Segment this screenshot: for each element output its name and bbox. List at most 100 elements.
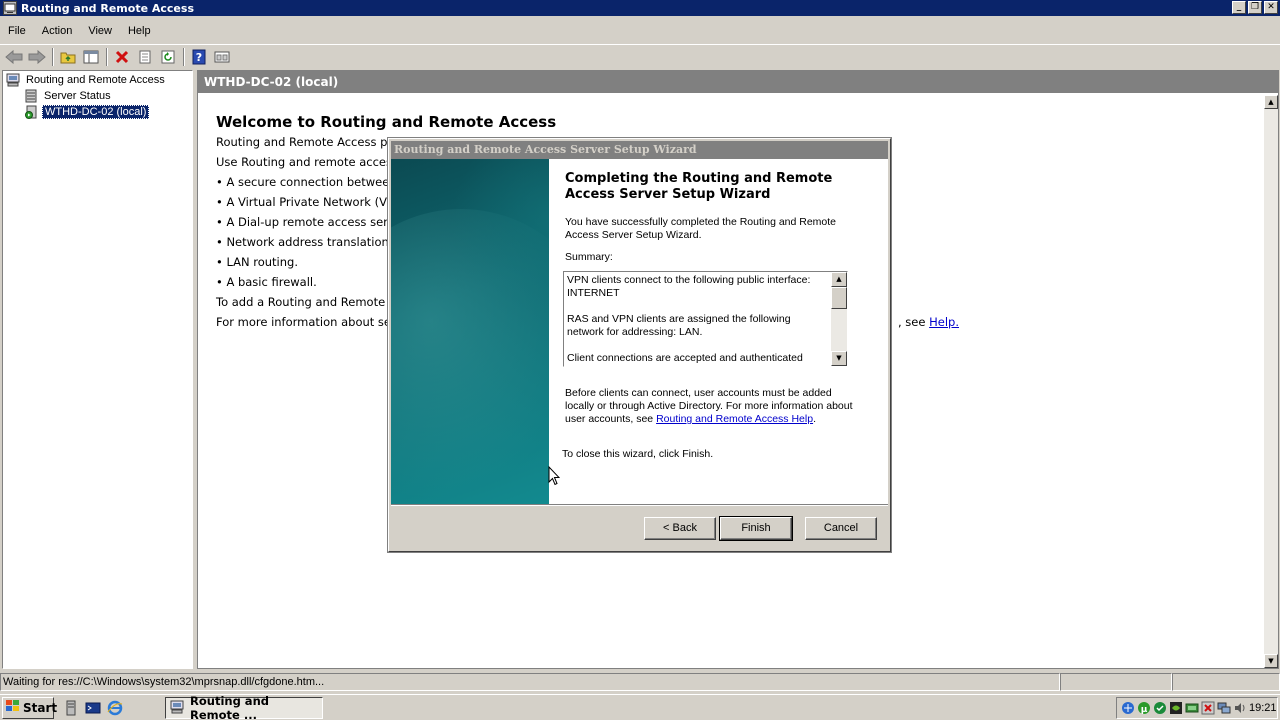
close-button[interactable]: ✕ bbox=[1264, 1, 1278, 14]
status-pane-empty bbox=[1172, 673, 1280, 691]
cancel-button[interactable]: Cancel bbox=[805, 517, 877, 540]
update-icon[interactable] bbox=[1153, 700, 1167, 716]
wizard-body: Completing the Routing and Remote Access… bbox=[391, 159, 888, 504]
scroll-down-arrow-icon[interactable]: ▼ bbox=[831, 351, 847, 366]
network-globe-icon[interactable] bbox=[1121, 700, 1135, 716]
restore-button[interactable]: ❐ bbox=[1248, 1, 1262, 14]
svg-text:µ: µ bbox=[1141, 705, 1148, 715]
server-manager-icon[interactable] bbox=[62, 699, 80, 717]
back-button[interactable]: < Back bbox=[644, 517, 716, 540]
system-tray: µ 19:21 bbox=[1116, 697, 1278, 719]
tree-label: Routing and Remote Access bbox=[26, 74, 165, 86]
security-alert-icon[interactable] bbox=[1201, 700, 1215, 716]
console-view-icon[interactable] bbox=[211, 46, 233, 68]
tree-item-root[interactable]: Routing and Remote Access bbox=[6, 72, 167, 88]
tree-pane[interactable]: Routing and Remote Access Server Status … bbox=[2, 70, 193, 669]
summary-line: VPN clients connect to the following pub… bbox=[567, 274, 811, 299]
wizard-intro: You have successfully completed the Rout… bbox=[565, 216, 837, 241]
scroll-thumb[interactable] bbox=[831, 287, 847, 309]
wizard-separator bbox=[391, 504, 888, 506]
toolbar-separator bbox=[183, 47, 185, 66]
up-folder-icon[interactable] bbox=[57, 46, 79, 68]
refresh-icon[interactable] bbox=[157, 46, 179, 68]
welcome-line: Use Routing and remote acces bbox=[216, 155, 392, 169]
taskbar-item-routing[interactable]: Routing and Remote ... bbox=[165, 694, 323, 720]
welcome-line: • A secure connection betweer bbox=[216, 175, 395, 189]
summary-scrollbar[interactable]: ▲ ▼ bbox=[831, 272, 847, 366]
video-icon[interactable] bbox=[1185, 700, 1199, 716]
minimize-button[interactable]: _ bbox=[1232, 1, 1246, 14]
status-text: Waiting for res://C:\Windows\system32\mp… bbox=[0, 673, 1060, 691]
start-label: Start bbox=[23, 700, 58, 715]
utorrent-icon[interactable]: µ bbox=[1137, 700, 1151, 716]
internet-explorer-icon[interactable] bbox=[106, 699, 124, 717]
menu-help[interactable]: Help bbox=[120, 25, 159, 37]
wizard-titlebar[interactable]: Routing and Remote Access Server Setup W… bbox=[391, 141, 888, 159]
delete-icon[interactable] bbox=[111, 46, 133, 68]
powershell-icon[interactable] bbox=[84, 699, 102, 717]
rras-help-link[interactable]: Routing and Remote Access Help bbox=[656, 413, 813, 425]
welcome-title: Welcome to Routing and Remote Access bbox=[216, 113, 557, 131]
start-button[interactable]: Start bbox=[2, 696, 58, 719]
tree-item-server-status[interactable]: Server Status bbox=[24, 88, 113, 104]
taskbar: Start Routing and Remote ... µ 19:21 bbox=[0, 694, 1280, 720]
setup-wizard-dialog: Routing and Remote Access Server Setup W… bbox=[388, 138, 891, 552]
summary-line: RAS and VPN clients are assigned the fol… bbox=[567, 313, 791, 338]
menu-file[interactable]: File bbox=[0, 25, 34, 37]
nvidia-icon[interactable] bbox=[1169, 700, 1183, 716]
welcome-line: Routing and Remote Access p bbox=[216, 135, 388, 149]
help-link[interactable]: Help. bbox=[929, 315, 959, 329]
network-connection-icon[interactable] bbox=[1217, 700, 1231, 716]
scroll-up-arrow-icon[interactable]: ▲ bbox=[831, 272, 847, 287]
quick-launch bbox=[62, 699, 124, 717]
tree-label: WTHD-DC-02 (local) bbox=[42, 105, 150, 119]
server-status-icon bbox=[24, 89, 38, 103]
welcome-line: • LAN routing. bbox=[216, 255, 298, 269]
window-titlebar[interactable]: Routing and Remote Access _ ❐ ✕ bbox=[0, 0, 1280, 16]
welcome-line: • A Virtual Private Network (V bbox=[216, 195, 387, 209]
properties-icon[interactable] bbox=[134, 46, 156, 68]
help-icon[interactable]: ? bbox=[188, 46, 210, 68]
tree-item-wthd-dc-02[interactable]: WTHD-DC-02 (local) bbox=[24, 104, 150, 120]
welcome-line: For more information about se bbox=[216, 315, 391, 329]
toolbar-separator bbox=[106, 47, 108, 66]
note-end: . bbox=[813, 413, 816, 425]
welcome-line: • Network address translation bbox=[216, 235, 389, 249]
tree-label: Server Status bbox=[44, 90, 111, 102]
wizard-note: Before clients can connect, user account… bbox=[565, 387, 860, 426]
forward-icon[interactable] bbox=[26, 46, 48, 68]
status-pane-empty bbox=[1060, 673, 1172, 691]
show-hide-tree-icon[interactable] bbox=[80, 46, 102, 68]
toolbar-separator bbox=[52, 47, 54, 66]
mouse-cursor-icon bbox=[548, 465, 561, 489]
welcome-line: • A Dial-up remote access ser bbox=[216, 215, 388, 229]
help-reference: , see Help. bbox=[898, 315, 959, 329]
clock[interactable]: 19:21 bbox=[1249, 702, 1277, 714]
wizard-heading: Completing the Routing and Remote Access… bbox=[565, 171, 833, 202]
details-header: WTHD-DC-02 (local) bbox=[198, 71, 1278, 93]
help-prefix: , see bbox=[898, 315, 930, 329]
server-running-icon bbox=[24, 105, 38, 119]
windows-logo-icon bbox=[6, 700, 20, 715]
routing-app-icon bbox=[170, 700, 184, 717]
scroll-down-arrow-icon[interactable]: ▼ bbox=[1264, 654, 1278, 668]
task-label: Routing and Remote ... bbox=[190, 694, 269, 720]
server-computer-icon bbox=[6, 73, 20, 87]
welcome-line: • A basic firewall. bbox=[216, 275, 317, 289]
details-scrollbar[interactable]: ▲ ▼ bbox=[1264, 95, 1278, 668]
volume-icon[interactable] bbox=[1233, 700, 1247, 716]
svg-text:?: ? bbox=[196, 51, 202, 64]
toolbar: ? bbox=[0, 44, 1280, 68]
menu-view[interactable]: View bbox=[80, 25, 120, 37]
routing-app-icon bbox=[3, 1, 17, 15]
wizard-close-text: To close this wizard, click Finish. bbox=[562, 448, 714, 460]
wizard-banner-image bbox=[391, 159, 549, 504]
scroll-up-arrow-icon[interactable]: ▲ bbox=[1264, 95, 1278, 109]
summary-textbox[interactable]: VPN clients connect to the following pub… bbox=[563, 271, 848, 367]
menu-action[interactable]: Action bbox=[34, 25, 81, 37]
finish-button[interactable]: Finish bbox=[719, 516, 793, 541]
summary-label: Summary: bbox=[565, 251, 613, 263]
window-title: Routing and Remote Access bbox=[21, 1, 194, 15]
back-icon[interactable] bbox=[3, 46, 25, 68]
status-bar: Waiting for res://C:\Windows\system32\mp… bbox=[0, 673, 1280, 693]
